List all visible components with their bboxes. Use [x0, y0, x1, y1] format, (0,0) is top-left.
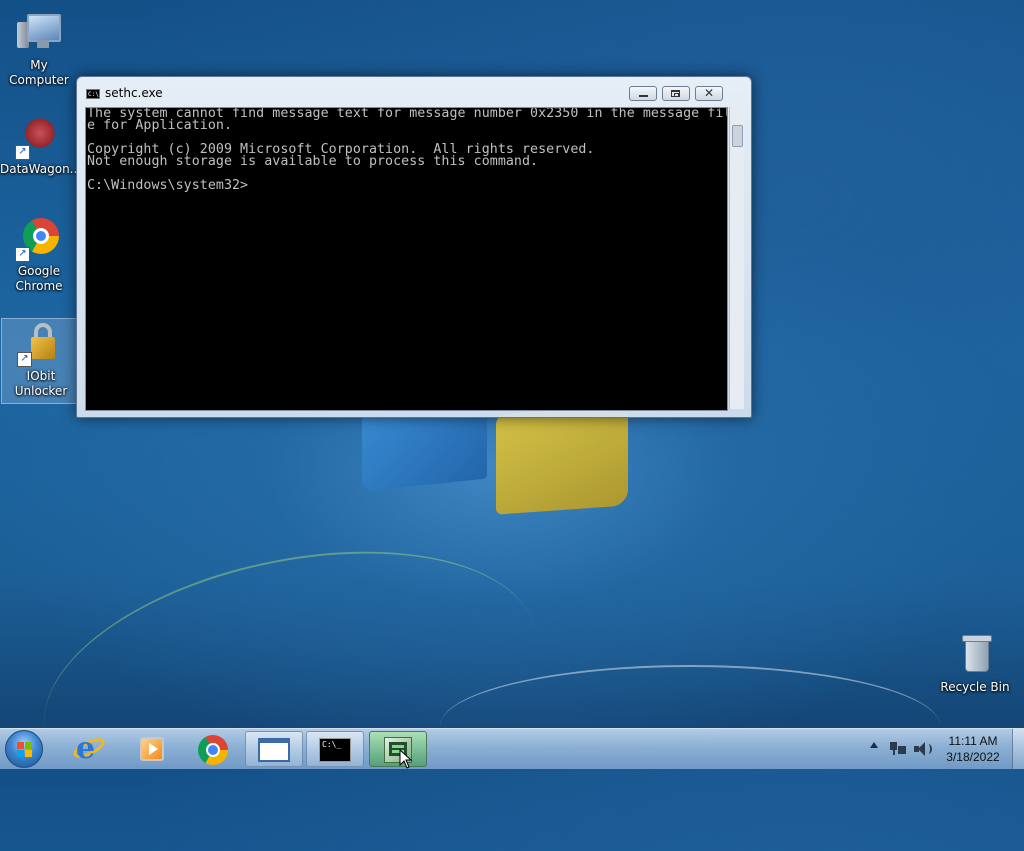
desktop-icon-recycle-bin[interactable]: Recycle Bin	[936, 630, 1014, 695]
scrollbar-thumb[interactable]	[732, 125, 743, 147]
show-hidden-icons-arrow-icon[interactable]	[870, 742, 878, 748]
chrome-icon: ↗	[15, 214, 63, 262]
chrome-icon	[198, 735, 228, 765]
show-desktop-button[interactable]	[1012, 729, 1024, 769]
datawagon-icon: ↗	[15, 112, 63, 160]
windows-flag-icon	[17, 742, 33, 758]
window-titlebar[interactable]: C:\ sethc.exe ✕	[77, 77, 751, 107]
window-title: sethc.exe	[105, 86, 163, 100]
minimize-icon	[639, 95, 648, 97]
computer-icon	[15, 8, 63, 56]
start-button[interactable]	[5, 730, 43, 768]
console-output: The system cannot find message text for …	[87, 107, 727, 193]
taskbar-item-google-chrome[interactable]	[184, 731, 242, 767]
console-output-area[interactable]: The system cannot find message text for …	[85, 107, 728, 411]
ie-icon: e	[76, 731, 96, 766]
shortcut-arrow-icon: ↗	[17, 352, 32, 367]
windows-logo-pane	[496, 405, 628, 515]
close-icon: ✕	[703, 86, 715, 100]
shortcut-arrow-icon: ↗	[15, 145, 30, 160]
desktop-icon-label: IObit Unlocker	[14, 369, 68, 398]
minimize-button[interactable]	[629, 86, 657, 101]
system-clock[interactable]: 11:11 AM 3/18/2022	[938, 733, 1008, 765]
taskbar: e C:\_ 11:11 AM 3/18/2022	[0, 728, 1024, 769]
desktop-icon-my-computer[interactable]: My Computer	[0, 8, 78, 88]
desktop-icon-iobit-unlocker[interactable]: ↗ IObit Unlocker	[1, 318, 81, 404]
clock-date: 3/18/2022	[946, 750, 1000, 764]
taskbar-item-window[interactable]	[245, 731, 303, 767]
close-button[interactable]: ✕	[695, 86, 723, 101]
maximize-icon	[671, 90, 680, 97]
console-window[interactable]: C:\ sethc.exe ✕ The system cannot find m…	[76, 76, 752, 418]
clock-time: 11:11 AM	[948, 734, 998, 748]
console-icon: C:\	[86, 89, 100, 99]
desktop: My Computer ↗ DataWagon... ↗ Google Chro…	[0, 0, 1024, 851]
desktop-icon-label: DataWagon...	[0, 162, 82, 176]
media-player-icon	[140, 737, 164, 761]
vertical-scrollbar[interactable]	[729, 107, 744, 409]
desktop-icon-label: Google Chrome	[15, 264, 63, 293]
network-icon[interactable]	[890, 740, 906, 756]
desktop-icon-datawagon[interactable]: ↗ DataWagon...	[0, 112, 82, 177]
desktop-icon-label: Recycle Bin	[940, 680, 1010, 694]
window-icon	[258, 738, 290, 762]
shortcut-arrow-icon: ↗	[15, 247, 30, 262]
taskbar-item-system-config[interactable]	[369, 731, 427, 767]
cmd-icon: C:\_	[319, 738, 351, 762]
volume-icon[interactable]	[914, 741, 932, 757]
taskbar-item-media-player[interactable]	[122, 731, 180, 767]
mouse-cursor-icon	[399, 749, 413, 769]
lock-icon: ↗	[17, 319, 65, 367]
recycle-bin-icon	[951, 630, 999, 678]
desktop-icon-google-chrome[interactable]: ↗ Google Chrome	[0, 214, 78, 294]
taskbar-item-command-prompt[interactable]: C:\_	[306, 731, 364, 767]
maximize-button[interactable]	[662, 86, 690, 101]
wallpaper-swoosh	[20, 510, 560, 851]
taskbar-item-internet-explorer[interactable]: e	[60, 731, 118, 767]
desktop-icon-label: My Computer	[9, 58, 69, 87]
